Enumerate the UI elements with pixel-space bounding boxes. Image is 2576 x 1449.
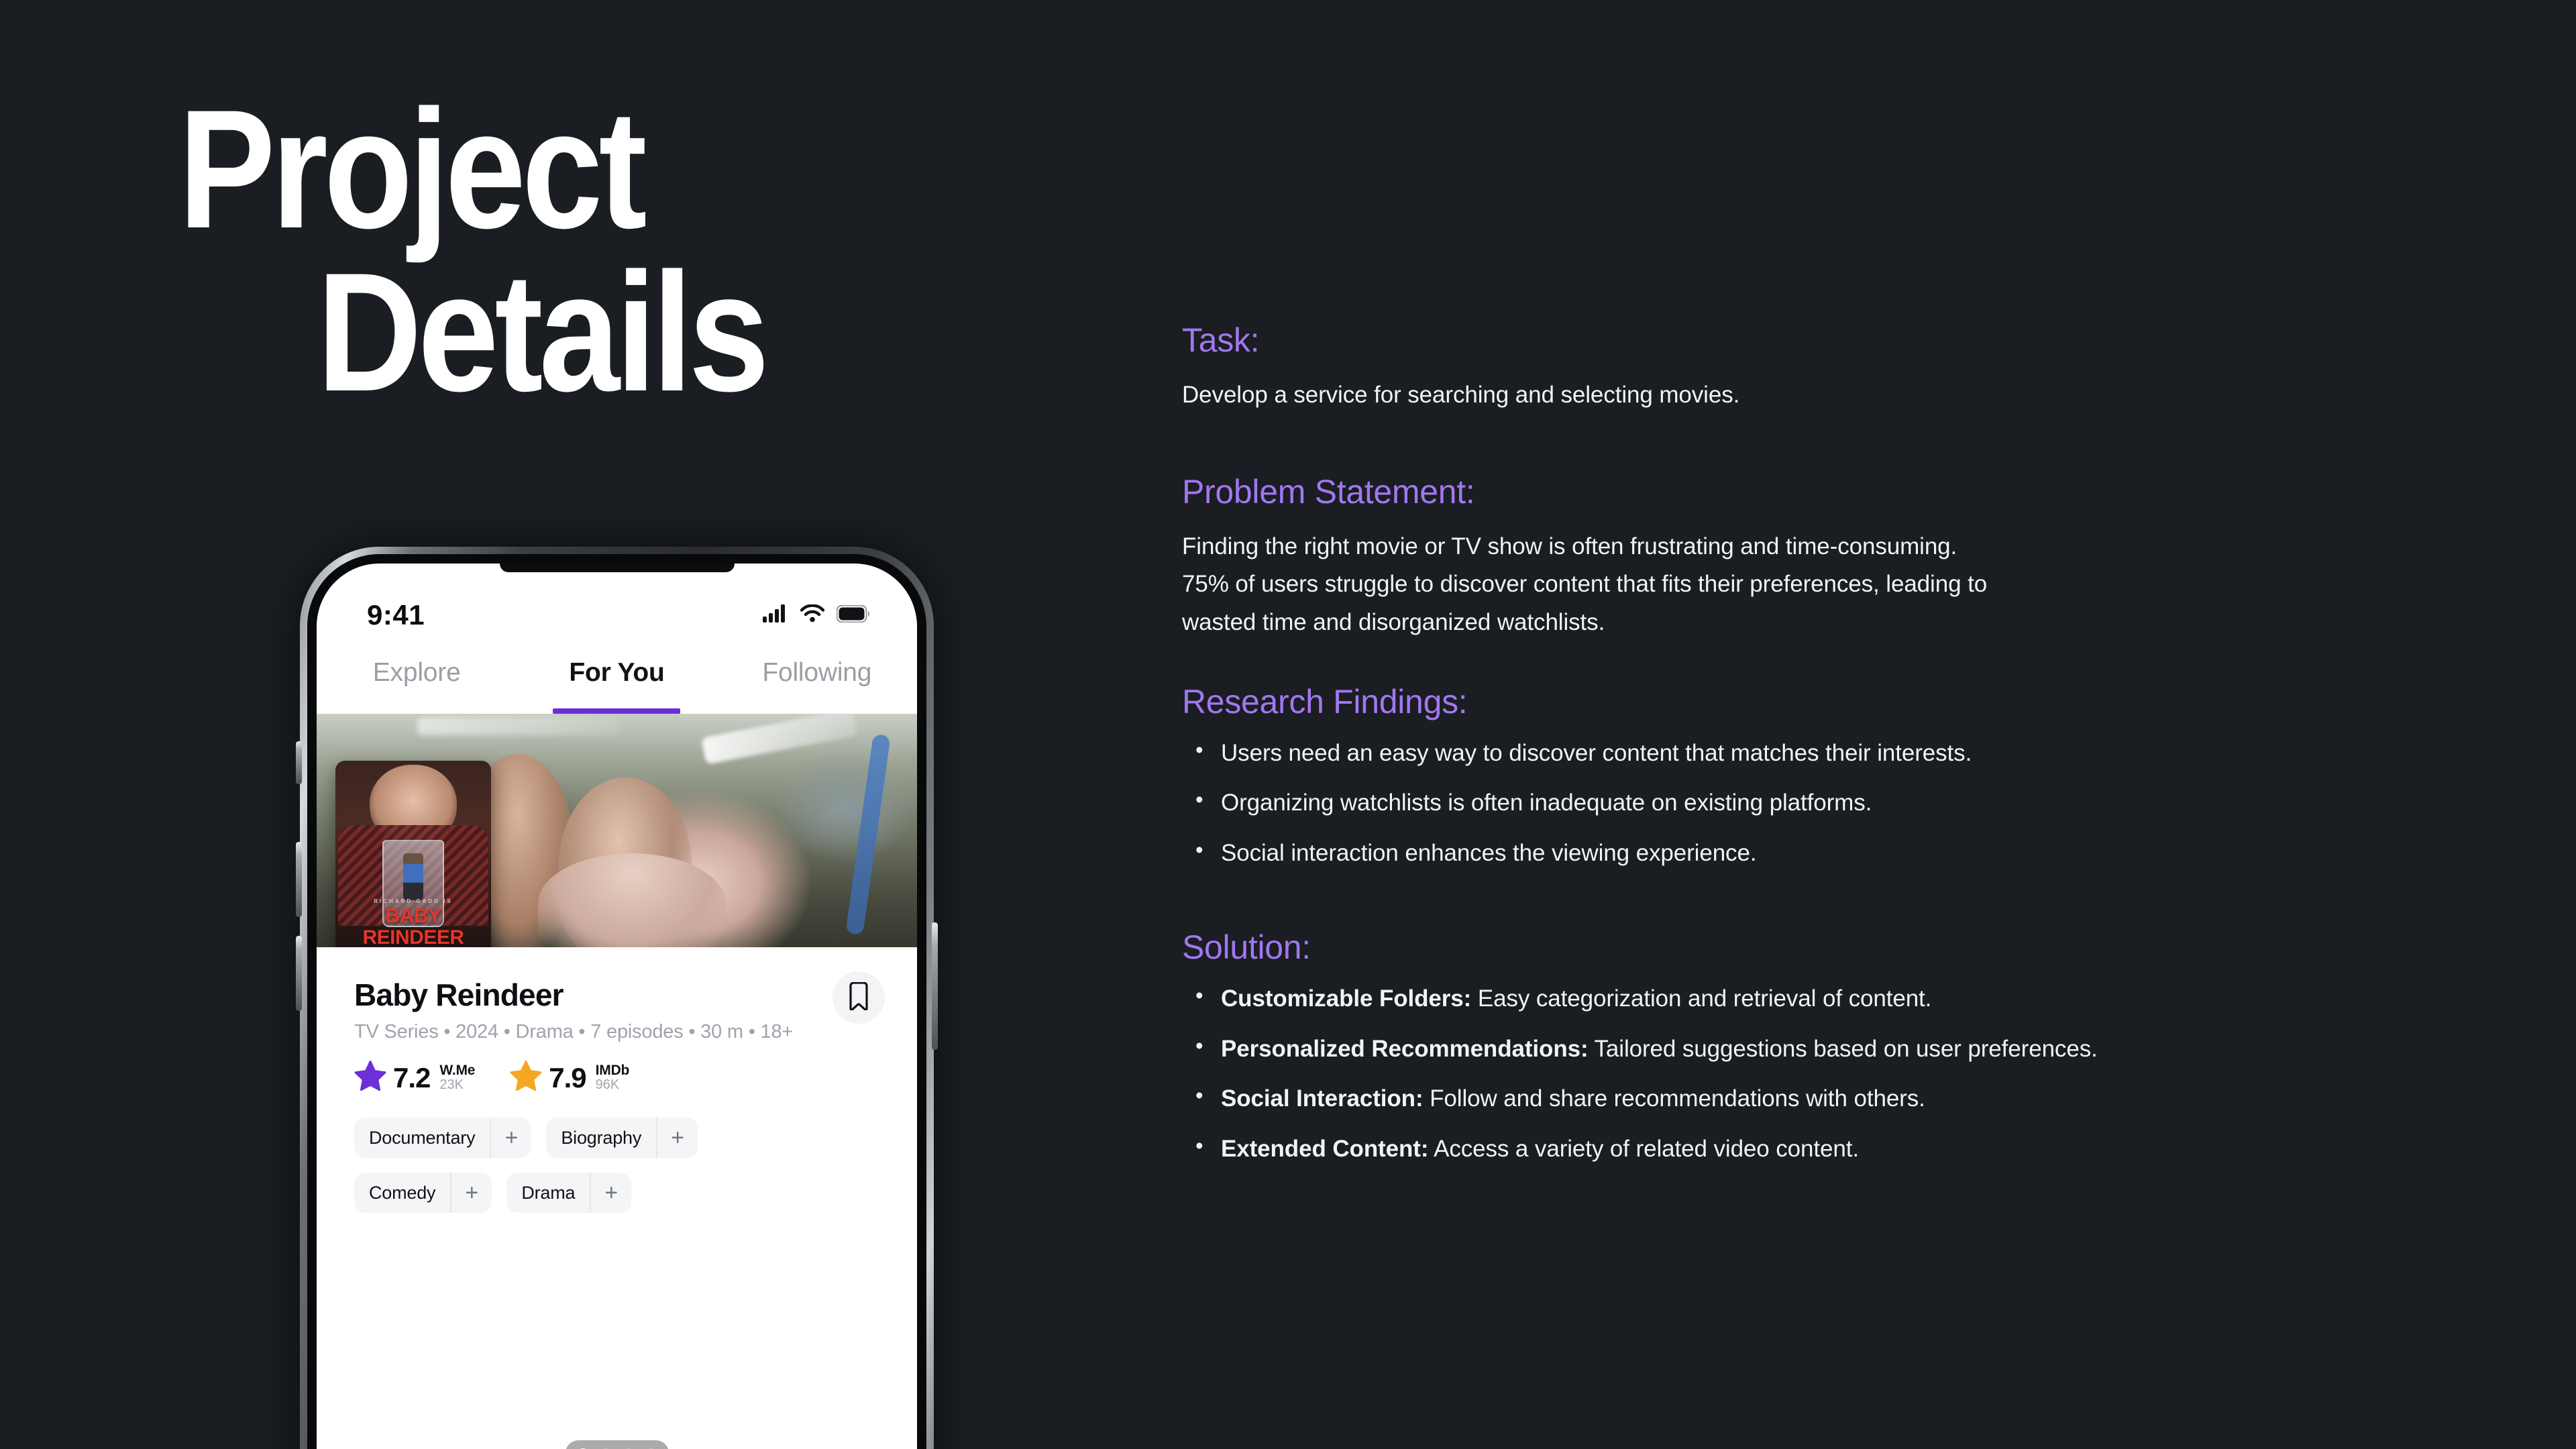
genre-chip-documentary[interactable]: Documentary + xyxy=(354,1118,532,1158)
solution-term: Personalized Recommendations: xyxy=(1221,1035,1589,1062)
title-line-2: Details xyxy=(317,237,769,427)
rating-source: W.Me xyxy=(439,1062,476,1078)
task-heading: Task: xyxy=(1182,321,1260,359)
genre-chips: Documentary + Biography + Comedy + Drama… xyxy=(354,1118,879,1213)
solution-term: Customizable Folders: xyxy=(1221,985,1472,1012)
slide-canvas: Project Details Task: Develop a service … xyxy=(0,0,2576,1449)
section-problem-statement: Problem Statement: Finding the right mov… xyxy=(1182,472,2410,642)
solution-desc: Access a variety of related video conten… xyxy=(1428,1135,1860,1162)
genre-chip-comedy[interactable]: Comedy + xyxy=(354,1173,492,1213)
train-handrail xyxy=(845,733,891,936)
bookmark-icon xyxy=(847,981,870,1014)
rating-meta: W.Me 23K xyxy=(439,1063,475,1092)
poster-text-block: RICHARD GADD IS BABY REINDEER a captivat… xyxy=(335,898,491,947)
list-item: Social Interaction: Follow and share rec… xyxy=(1182,1081,2410,1114)
title-line-1: Project xyxy=(178,75,647,264)
volume-up-button[interactable] xyxy=(296,842,302,917)
chip-row: Documentary + Biography + xyxy=(354,1118,879,1158)
ceiling-light-right xyxy=(701,714,858,765)
chip-label: Drama xyxy=(521,1182,576,1203)
tab-for-you[interactable]: For You xyxy=(517,644,716,714)
star-icon xyxy=(510,1061,542,1095)
rating-count: 23K xyxy=(439,1077,464,1093)
genre-chip-drama[interactable]: Drama + xyxy=(506,1173,632,1213)
solution-heading: Solution: xyxy=(1182,928,1311,967)
cellular-signal-icon xyxy=(763,604,788,626)
list-item: Users need an easy way to discover conte… xyxy=(1182,736,2410,769)
plus-icon[interactable]: + xyxy=(656,1118,698,1158)
silent-switch-button[interactable] xyxy=(296,741,302,784)
section-research-findings: Research Findings: Users need an easy wa… xyxy=(1182,682,2410,869)
problem-line-1: Finding the right movie or TV show is of… xyxy=(1182,533,1957,559)
list-item: Social interaction enhances the viewing … xyxy=(1182,836,2410,869)
genre-chip-biography[interactable]: Biography + xyxy=(546,1118,698,1158)
task-body: Develop a service for searching and sele… xyxy=(1182,382,1740,408)
plus-icon[interactable]: + xyxy=(490,1118,531,1158)
hero-image[interactable]: RICHARD GADD IS BABY REINDEER a captivat… xyxy=(317,714,917,947)
plus-icon[interactable]: + xyxy=(450,1173,492,1213)
solution-desc: Easy categorization and retrieval of con… xyxy=(1471,985,1932,1012)
wifi-icon xyxy=(800,604,825,626)
chip-label: Comedy xyxy=(369,1182,436,1203)
research-list: Users need an easy way to discover conte… xyxy=(1182,736,2410,869)
movie-title: Baby Reindeer xyxy=(354,977,564,1012)
battery-full-icon xyxy=(836,604,870,626)
solution-term: Extended Content: xyxy=(1221,1135,1429,1162)
movie-meta: TV Series • 2024 • Drama • 7 episodes • … xyxy=(354,1021,794,1042)
list-item: Personalized Recommendations: Tailored s… xyxy=(1182,1032,2410,1065)
status-bar: 9:41 xyxy=(317,564,917,644)
list-item: Organizing watchlists is often inadequat… xyxy=(1182,786,2410,818)
status-icons xyxy=(763,604,870,626)
rating-imdb: 7.9 IMDb 96K xyxy=(510,1061,629,1095)
research-heading: Research Findings: xyxy=(1182,682,1468,720)
poster-kicker: RICHARD GADD IS xyxy=(374,898,453,904)
chip-row: Comedy + Drama + xyxy=(354,1173,879,1213)
page-title: Project Details xyxy=(178,75,1131,427)
list-item: Customizable Folders: Easy categorizatio… xyxy=(1182,981,2410,1014)
ceiling-light-left xyxy=(417,718,619,735)
solution-list: Customizable Folders: Easy categorizatio… xyxy=(1182,981,2410,1165)
pagination-dots[interactable] xyxy=(565,1440,669,1449)
problem-line-3: wasted time and disorganized watchlists. xyxy=(1182,609,1605,636)
bookmark-button[interactable] xyxy=(833,971,885,1024)
dynamic-island xyxy=(499,564,735,572)
rating-value: 7.2 xyxy=(393,1061,431,1093)
list-item: Extended Content: Access a variety of re… xyxy=(1182,1132,2410,1165)
solution-desc: Follow and share recommendations with ot… xyxy=(1423,1085,1925,1112)
problem-heading: Problem Statement: xyxy=(1182,472,1475,511)
chip-label: Biography xyxy=(561,1127,642,1148)
tab-explore[interactable]: Explore xyxy=(317,644,517,714)
section-task: Task: Develop a service for searching an… xyxy=(1182,322,2410,415)
rating-meta: IMDb 96K xyxy=(596,1063,630,1092)
phone-screen: 9:41 Explore For You Following RICHARD G… xyxy=(317,564,917,1449)
volume-down-button[interactable] xyxy=(296,936,302,1011)
tab-bar: Explore For You Following xyxy=(317,644,917,714)
poster-figure-in-jar xyxy=(403,853,423,900)
star-icon xyxy=(354,1061,386,1095)
tab-following[interactable]: Following xyxy=(717,644,917,714)
rating-count: 96K xyxy=(595,1077,620,1093)
ratings-row: 7.2 W.Me 23K 7.9 IMDb 96K xyxy=(354,1061,879,1095)
project-details-content: Task: Develop a service for searching an… xyxy=(1182,322,2410,1183)
status-time: 9:41 xyxy=(367,599,425,631)
movie-poster[interactable]: RICHARD GADD IS BABY REINDEER a captivat… xyxy=(335,761,491,947)
plus-icon[interactable]: + xyxy=(590,1173,631,1213)
solution-desc: Tailored suggestions based on user prefe… xyxy=(1588,1035,2098,1062)
solution-term: Social Interaction: xyxy=(1221,1085,1424,1112)
rating-value: 7.9 xyxy=(549,1061,586,1093)
chip-label: Documentary xyxy=(369,1127,476,1148)
power-button[interactable] xyxy=(932,922,938,1050)
movie-detail-card: Baby Reindeer TV Series • 2024 • Drama •… xyxy=(317,947,917,1449)
poster-title: BABY REINDEER xyxy=(362,905,464,947)
phone-mockup: 9:41 Explore For You Following RICHARD G… xyxy=(296,547,938,1449)
hero-coat xyxy=(538,853,726,947)
rating-wme: 7.2 W.Me 23K xyxy=(354,1061,475,1095)
rating-source: IMDb xyxy=(595,1062,630,1078)
section-solution: Solution: Customizable Folders: Easy cat… xyxy=(1182,929,2410,1164)
problem-line-2: 75% of users struggle to discover conten… xyxy=(1182,571,1988,598)
